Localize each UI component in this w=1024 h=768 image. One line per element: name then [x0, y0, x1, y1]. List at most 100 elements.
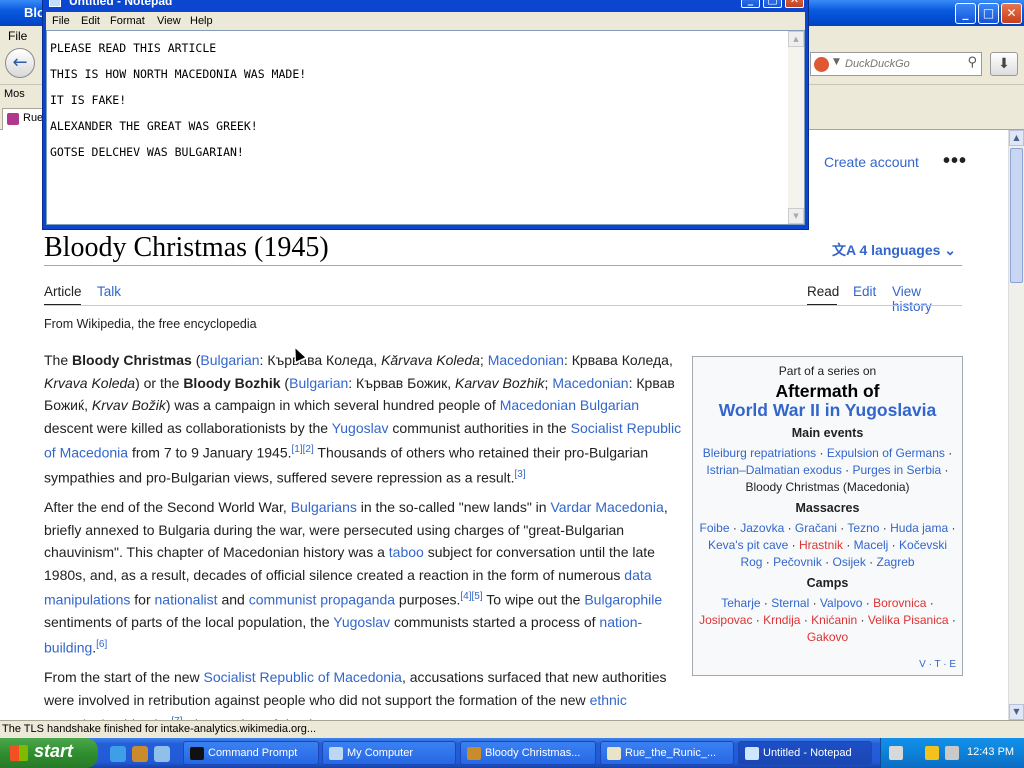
windows-logo-icon: [10, 745, 28, 761]
citation[interactable]: [4][5]: [460, 591, 482, 602]
notepad-scrollbar[interactable]: ▲ ▼: [788, 31, 804, 224]
infobox-main-events: Bleiburg repatriations · Expulsion of Ge…: [702, 446, 953, 494]
languages-button[interactable]: 文A 4 languages ⌄: [832, 240, 956, 260]
more-options-icon[interactable]: •••: [943, 150, 967, 173]
scroll-up-icon[interactable]: ▲: [1009, 130, 1024, 146]
minimize-button[interactable]: _: [955, 3, 976, 24]
volume-icon[interactable]: [945, 746, 959, 760]
link[interactable]: Macedonian: [488, 352, 564, 368]
link[interactable]: nationalist: [155, 592, 218, 608]
create-account-link[interactable]: Create account: [824, 154, 919, 170]
page-scrollbar[interactable]: ▲ ▼: [1008, 130, 1024, 720]
cmd-icon: [190, 747, 204, 760]
link[interactable]: taboo: [389, 544, 424, 560]
back-button[interactable]: ←: [5, 48, 35, 78]
notepad-maximize-button[interactable]: □: [763, 0, 782, 8]
link[interactable]: Bulgarian: [289, 375, 348, 391]
clock[interactable]: 12:43 PM: [967, 746, 1014, 758]
security-shield-icon[interactable]: [925, 746, 939, 760]
task-label: Untitled - Notepad: [763, 747, 852, 759]
infobox-section-main: Main events: [791, 426, 864, 440]
scroll-thumb[interactable]: [1010, 148, 1023, 283]
link[interactable]: Socialist Republic of Macedonia: [204, 669, 402, 685]
back-arrow-icon: ←: [12, 52, 28, 73]
bookmark-item[interactable]: Mos: [4, 88, 25, 100]
start-label: start: [34, 741, 74, 761]
notepad-scroll-up-icon[interactable]: ▲: [788, 31, 804, 47]
search-bar[interactable]: ▼ ⚲: [810, 52, 982, 76]
link[interactable]: Bulgarophile: [584, 592, 662, 608]
notepad-menu-edit[interactable]: Edit: [81, 15, 100, 27]
notepad-menu-help[interactable]: Help: [190, 15, 213, 27]
task-label: Command Prompt: [208, 747, 298, 759]
task-notepad[interactable]: Untitled - Notepad: [738, 741, 872, 765]
citation[interactable]: [1][2]: [292, 444, 314, 455]
firefox-quicklaunch-icon[interactable]: [132, 746, 148, 762]
notepad-menu-view[interactable]: View: [157, 15, 181, 27]
search-input[interactable]: [843, 55, 958, 73]
citation[interactable]: [6]: [96, 639, 107, 650]
notepad-close-button[interactable]: ✕: [785, 0, 804, 8]
chevron-down-icon[interactable]: ▼: [833, 57, 840, 67]
taskbar: start Command Prompt My Computer Bloody …: [0, 738, 1024, 768]
notepad-window: Untitled - Notepad _ □ ✕ File Edit Forma…: [42, 0, 809, 230]
link[interactable]: Yugoslav: [332, 420, 389, 436]
infobox-massacres: Foibe · Jazovka · Gračani · Tezno · Huda…: [699, 521, 956, 569]
link[interactable]: Vardar Macedonia: [550, 499, 663, 515]
task-my-computer[interactable]: My Computer: [322, 741, 456, 765]
tabs-divider: [44, 305, 962, 306]
notepad-scroll-down-icon[interactable]: ▼: [788, 208, 804, 224]
maximize-button[interactable]: □: [978, 3, 999, 24]
task-bloody-christmas[interactable]: Bloody Christmas...: [460, 741, 596, 765]
tab-article[interactable]: Article: [44, 284, 82, 299]
infobox-section-massacres: Massacres: [795, 501, 860, 515]
notepad-title: Untitled - Notepad: [69, 0, 173, 8]
folder-icon: [607, 747, 621, 760]
browser-tab[interactable]: Rue: [2, 108, 46, 130]
link[interactable]: Bulgarians: [291, 499, 357, 515]
tab-edit[interactable]: Edit: [853, 284, 876, 299]
notepad-text-area[interactable]: PLEASE READ THIS ARTICLE THIS IS HOW NOR…: [46, 30, 805, 225]
start-button[interactable]: start: [0, 738, 98, 768]
magnifier-icon[interactable]: ⚲: [967, 55, 977, 70]
link[interactable]: Macedonian: [552, 375, 628, 391]
link[interactable]: ethnic Macedonian: [44, 692, 627, 720]
notepad-icon: [49, 0, 61, 7]
citation[interactable]: [3]: [515, 469, 526, 480]
keyboard-icon[interactable]: [889, 746, 903, 760]
infobox-title-1: Aftermath of: [775, 381, 880, 401]
link[interactable]: Macedonian Bulgarian: [500, 397, 639, 413]
infobox-title-2[interactable]: World War II in Yugoslavia: [693, 400, 962, 421]
firefox-icon: [467, 747, 481, 760]
tab-talk[interactable]: Talk: [97, 284, 121, 299]
notepad-minimize-button[interactable]: _: [741, 0, 760, 8]
status-text: The TLS handshake finished for intake-an…: [2, 723, 317, 735]
tab-read[interactable]: Read: [807, 284, 839, 299]
download-icon: ⬇: [998, 56, 1010, 72]
task-command-prompt[interactable]: Command Prompt: [183, 741, 319, 765]
languages-label: 4 languages: [859, 242, 941, 258]
menu-file[interactable]: File: [8, 29, 27, 43]
close-button[interactable]: ✕: [1001, 3, 1022, 24]
link[interactable]: Yugoslav: [333, 614, 390, 630]
link[interactable]: Bulgarian: [200, 352, 259, 368]
notepad-titlebar[interactable]: Untitled - Notepad _ □ ✕: [43, 0, 808, 9]
tab-view-history[interactable]: View history: [892, 284, 962, 314]
tab-label: Rue: [23, 112, 44, 124]
page-title: Bloody Christmas (1945): [44, 232, 329, 263]
computer-icon: [329, 747, 343, 760]
status-bar: The TLS handshake finished for intake-an…: [0, 720, 1024, 738]
scroll-down-icon[interactable]: ▼: [1009, 704, 1024, 720]
link[interactable]: communist propaganda: [249, 592, 395, 608]
notepad-menu-file[interactable]: File: [52, 15, 70, 27]
vte-links[interactable]: V · T · E: [919, 656, 956, 673]
task-rue-the-runic[interactable]: Rue_the_Runic_...: [600, 741, 734, 765]
ie-quicklaunch-icon[interactable]: [110, 746, 126, 762]
paragraph-1: The Bloody Christmas (Bulgarian: Кървава…: [44, 352, 682, 486]
explorer-quicklaunch-icon[interactable]: [154, 746, 170, 762]
download-button[interactable]: ⬇: [990, 52, 1018, 76]
infobox-sidebar: Part of a series on Aftermath of World W…: [692, 356, 963, 676]
title-divider: [44, 265, 962, 266]
notepad-menu-format[interactable]: Format: [110, 15, 145, 27]
notepad-task-icon: [745, 747, 759, 760]
